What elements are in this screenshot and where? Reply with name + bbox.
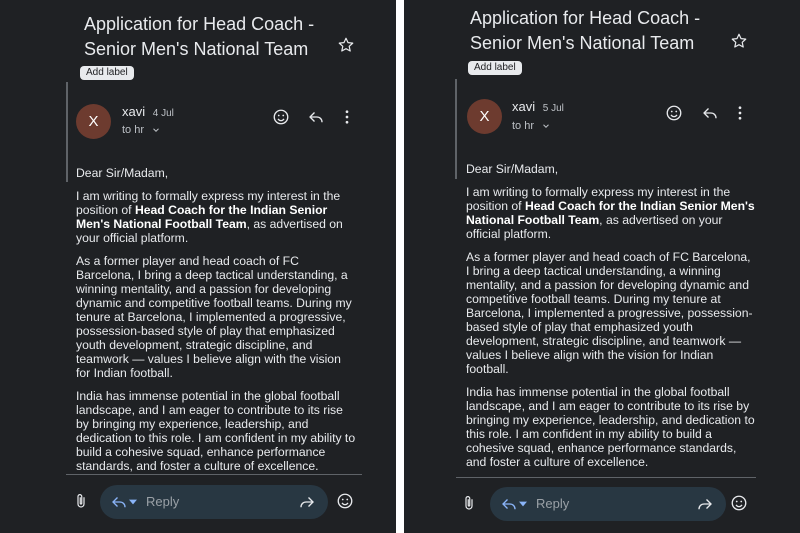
greeting: Dear Sir/Madam, — [76, 166, 169, 180]
paragraph-1: I am writing to formally express my inte… — [466, 185, 755, 241]
email-screen-left: Application for Head Coach - Senior Men'… — [0, 0, 396, 533]
email-subject: Application for Head Coach - Senior Men'… — [470, 8, 701, 53]
greeting: Dear Sir/Madam, — [466, 162, 559, 176]
star-icon[interactable] — [337, 36, 355, 54]
avatar[interactable]: X — [467, 99, 502, 134]
compose-divider — [456, 477, 756, 478]
attach-icon[interactable] — [72, 492, 90, 510]
more-vert-icon[interactable] — [731, 104, 749, 122]
add-label-chip[interactable]: Add label — [468, 61, 522, 75]
sender-name: xavi — [512, 99, 536, 114]
chevron-down-icon — [543, 124, 549, 129]
paragraph-2: As a former player and head coach of FC … — [76, 254, 352, 380]
reply-placeholder[interactable]: Reply — [536, 496, 569, 511]
reply-placeholder[interactable]: Reply — [146, 494, 179, 509]
more-vert-icon[interactable] — [338, 108, 356, 126]
message-date: 5 Jul — [542, 103, 564, 114]
emoji-icon[interactable] — [272, 108, 290, 126]
forward-icon[interactable] — [298, 493, 316, 511]
message-date: 4 Jul — [152, 108, 174, 119]
add-label-chip[interactable]: Add label — [80, 66, 134, 80]
email-body: Dear Sir/Madam, I am writing to formally… — [76, 166, 358, 472]
emoji-icon[interactable] — [730, 494, 748, 512]
recipient-text: to hr — [512, 120, 535, 132]
reply-bar[interactable]: Reply — [490, 487, 726, 521]
thread-divider — [66, 82, 68, 182]
sender-name: xavi — [122, 104, 146, 119]
star-icon[interactable] — [730, 32, 748, 50]
reply-icon[interactable] — [307, 108, 325, 126]
forward-icon[interactable] — [696, 495, 714, 513]
recipient-text: to hr — [122, 124, 145, 136]
sender-line[interactable]: xavi 5 Jul — [512, 99, 564, 114]
paragraph-3: India has immense potential in the globa… — [76, 389, 356, 472]
attach-icon[interactable] — [460, 494, 478, 512]
reply-icon[interactable] — [500, 495, 518, 513]
caret-down-icon[interactable] — [519, 501, 527, 507]
email-subject: Application for Head Coach - Senior Men'… — [84, 14, 315, 59]
caret-down-icon[interactable] — [129, 499, 137, 505]
emoji-icon[interactable] — [665, 104, 683, 122]
sender-line[interactable]: xavi 4 Jul — [122, 104, 174, 119]
compose-divider — [66, 474, 362, 475]
recipient-line[interactable]: to hr — [122, 124, 161, 136]
recipient-line[interactable]: to hr — [512, 120, 551, 132]
email-screen-right: Application for Head Coach - Senior Men'… — [404, 0, 800, 533]
avatar[interactable]: X — [76, 104, 111, 139]
paragraph-3: India has immense potential in the globa… — [466, 385, 755, 469]
paragraph-1: I am writing to formally express my inte… — [76, 189, 343, 245]
paragraph-2: As a former player and head coach of FC … — [466, 250, 753, 376]
reply-bar[interactable]: Reply — [100, 485, 328, 519]
chevron-down-icon — [153, 128, 159, 133]
reply-icon[interactable] — [110, 493, 128, 511]
screenshot-comparison: Application for Head Coach - Senior Men'… — [0, 0, 800, 533]
thread-divider — [455, 79, 457, 179]
emoji-icon[interactable] — [336, 492, 354, 510]
email-body: Dear Sir/Madam, I am writing to formally… — [466, 162, 756, 476]
reply-icon[interactable] — [701, 104, 719, 122]
